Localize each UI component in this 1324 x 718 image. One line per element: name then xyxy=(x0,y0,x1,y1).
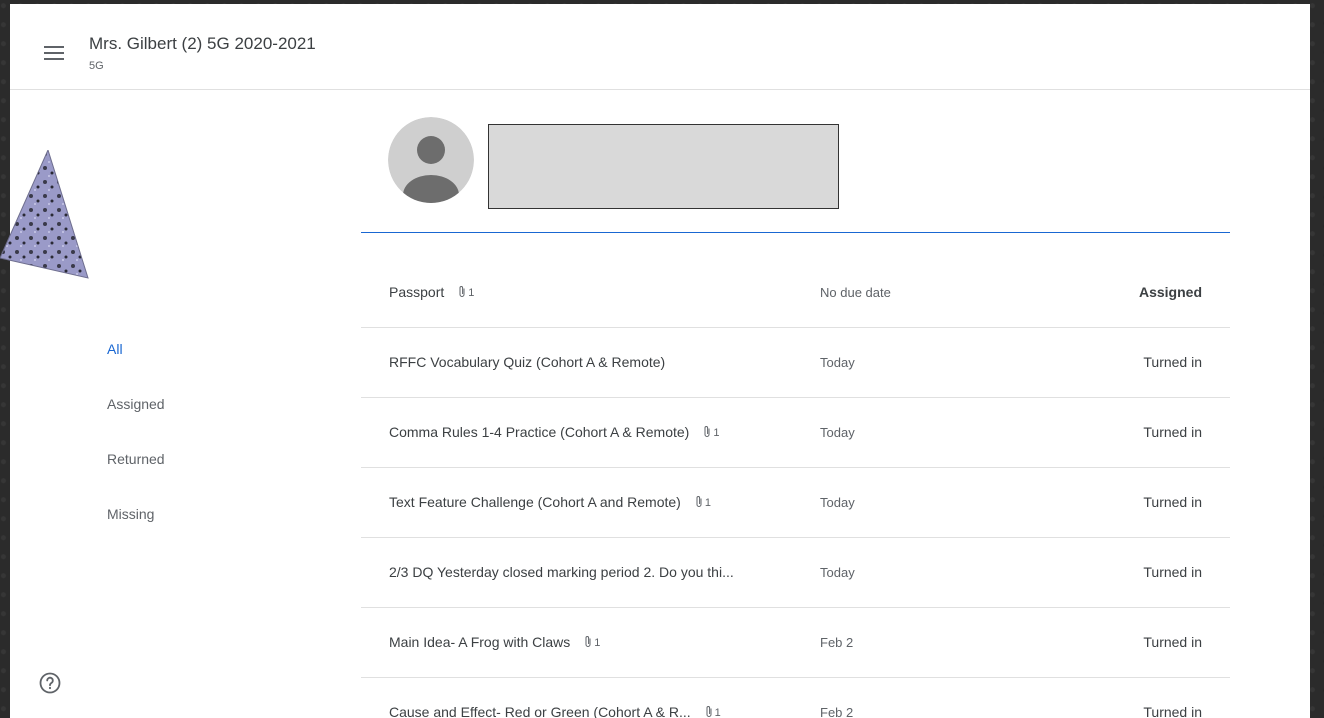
sidebar-item-assigned[interactable]: Assigned xyxy=(107,396,165,412)
avatar xyxy=(388,117,474,203)
due-date: Today xyxy=(820,495,855,510)
paperclip-icon xyxy=(706,706,712,717)
attachment-count: 1 xyxy=(584,635,600,649)
status-label: Turned in xyxy=(1143,564,1202,580)
assignment-row[interactable]: RFFC Vocabulary Quiz (Cohort A & Remote)… xyxy=(361,328,1230,398)
attachment-count: 1 xyxy=(703,425,719,439)
main-menu-button[interactable] xyxy=(36,38,76,68)
assignment-title: 2/3 DQ Yesterday closed marking period 2… xyxy=(389,564,734,580)
assignment-title: Main Idea- A Frog with Claws xyxy=(389,634,571,650)
paperclip-icon xyxy=(696,496,702,507)
status-label: Turned in xyxy=(1143,704,1202,718)
due-date: Today xyxy=(820,425,855,440)
sidebar-item-all[interactable]: All xyxy=(107,341,123,357)
assignment-row[interactable]: 2/3 DQ Yesterday closed marking period 2… xyxy=(361,538,1230,608)
class-title[interactable]: Mrs. Gilbert (2) 5G 2020-2021 xyxy=(89,34,316,54)
assignment-row[interactable]: Cause and Effect- Red or Green (Cohort A… xyxy=(361,678,1230,718)
assignment-row[interactable]: Text Feature Challenge (Cohort A and Rem… xyxy=(361,468,1230,538)
class-section: 5G xyxy=(89,60,104,72)
assignment-title: RFFC Vocabulary Quiz (Cohort A & Remote) xyxy=(389,354,666,370)
decorative-triangle xyxy=(0,150,89,279)
paperclip-icon xyxy=(459,286,465,297)
assignment-row[interactable]: Main Idea- A Frog with Claws 1 Feb 2 Turn… xyxy=(361,608,1230,678)
help-icon[interactable] xyxy=(38,671,62,695)
assignment-row[interactable]: Comma Rules 1-4 Practice (Cohort A & Rem… xyxy=(361,398,1230,468)
attachment-count: 1 xyxy=(705,705,721,718)
assignment-row[interactable]: Passport 1 No due date Assigned xyxy=(361,258,1230,328)
hamburger-menu-icon xyxy=(44,46,64,48)
due-date: Today xyxy=(820,355,855,370)
due-date: Today xyxy=(820,565,855,580)
status-label: Turned in xyxy=(1143,634,1202,650)
student-name-redacted xyxy=(488,124,839,209)
assignment-title: Comma Rules 1-4 Practice (Cohort A & Rem… xyxy=(389,424,690,440)
attachment-count: 1 xyxy=(458,285,474,299)
paperclip-icon xyxy=(585,636,591,647)
due-date: Feb 2 xyxy=(820,635,854,650)
due-date: No due date xyxy=(820,285,891,300)
status-label: Turned in xyxy=(1143,354,1202,370)
status-label: Turned in xyxy=(1143,424,1202,440)
assignment-title: Passport xyxy=(389,284,445,300)
status-label: Turned in xyxy=(1143,494,1202,510)
sidebar-item-missing[interactable]: Missing xyxy=(107,506,154,522)
due-date: Feb 2 xyxy=(820,705,854,718)
student-header xyxy=(361,114,1230,233)
paperclip-icon xyxy=(704,426,710,437)
sidebar-item-returned[interactable]: Returned xyxy=(107,451,165,467)
assignment-title: Cause and Effect- Red or Green (Cohort A… xyxy=(389,704,691,718)
person-icon xyxy=(417,136,445,164)
status-label: Assigned xyxy=(1138,284,1202,300)
attachment-count: 1 xyxy=(695,495,711,509)
assignment-title: Text Feature Challenge (Cohort A and Rem… xyxy=(389,494,681,510)
top-bar: Mrs. Gilbert (2) 5G 2020-2021 5G xyxy=(10,4,1310,90)
classroom-window: Mrs. Gilbert (2) 5G 2020-2021 5G All Ass… xyxy=(10,4,1310,718)
